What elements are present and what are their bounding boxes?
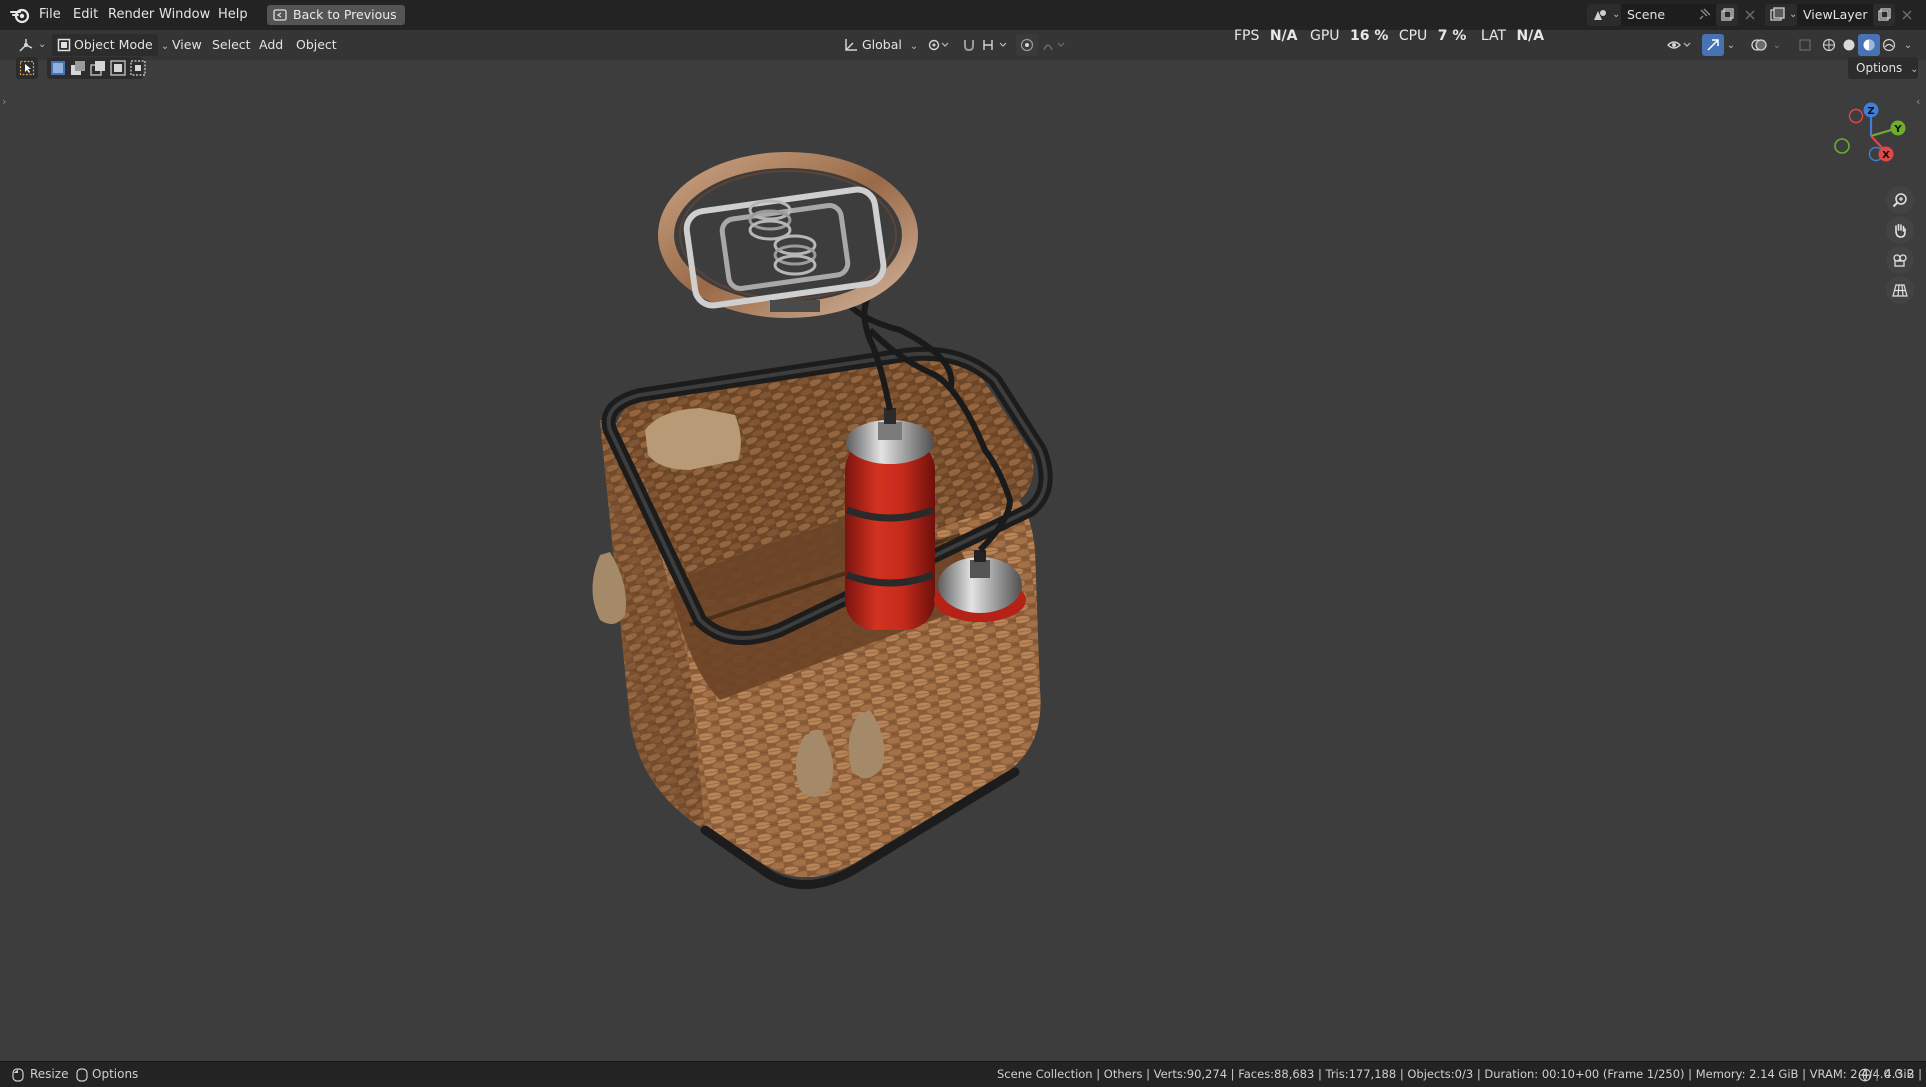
scene-icon: [1592, 7, 1608, 30]
top-bar: File Edit Render Window Help Back to Pre…: [0, 0, 1926, 31]
viewport-header: ⌄ Object Mode ⌄ View Select Add Object G…: [0, 30, 1926, 60]
solid-shading-icon[interactable]: [1838, 34, 1860, 56]
fps-label: FPS: [1234, 28, 1260, 44]
new-viewlayer-icon[interactable]: [1873, 4, 1895, 26]
close-viewlayer-icon[interactable]: [1896, 4, 1918, 26]
scene-name-label: Scene: [1627, 7, 1666, 22]
viewlayer-type-dropdown[interactable]: ⌄: [1765, 4, 1797, 26]
options-label: Options: [1856, 61, 1903, 75]
show-overlays-icon[interactable]: [1748, 34, 1770, 56]
chevron-down-icon: ⌄: [1612, 9, 1621, 20]
gizmo-x-label: X: [1882, 150, 1890, 161]
network-globe-icon[interactable]: [1858, 1062, 1872, 1087]
chevron-down-icon: ⌄: [38, 39, 47, 50]
status-hint-resize: Resize: [30, 1067, 69, 1081]
perspective-ortho-grid-icon[interactable]: [1886, 276, 1914, 304]
chevron-down-icon: ⌄: [909, 41, 919, 52]
select-subtract-icon[interactable]: [90, 60, 106, 76]
burner-coil: [748, 199, 817, 276]
options-dropdown[interactable]: Options ⌄: [1848, 57, 1919, 79]
status-bar: Resize Options Scene Collection | Others…: [0, 1061, 1926, 1087]
mode-dropdown[interactable]: Object Mode ⌄: [52, 34, 169, 56]
performance-stats: FPS N/A GPU 16 % CPU 7 % LAT N/A: [1234, 28, 1544, 44]
gizmo-z-label: Z: [1867, 106, 1874, 117]
pan-hand-icon[interactable]: [1886, 216, 1914, 244]
transform-orientation-dropdown[interactable]: Global ⌄: [840, 34, 918, 56]
blender-version: 4.3.2: [1884, 1067, 1915, 1081]
snap-target-icon[interactable]: [980, 34, 1010, 56]
gpu-value: 16 %: [1349, 28, 1389, 44]
tweak-tool-icon[interactable]: [16, 57, 38, 79]
menu-edit[interactable]: Edit: [67, 0, 104, 30]
toggle-xray-icon[interactable]: [1794, 34, 1816, 56]
select-extend-icon[interactable]: [70, 60, 86, 76]
status-separator: |: [1875, 1067, 1880, 1081]
pin-scene-icon[interactable]: [1693, 4, 1715, 26]
pivot-point-icon[interactable]: [924, 34, 952, 56]
menu-add[interactable]: Add: [255, 34, 287, 56]
snap-toggle-icon[interactable]: [958, 34, 980, 56]
gpu-label: GPU: [1309, 28, 1340, 44]
material-preview-shading-icon[interactable]: [1858, 34, 1880, 56]
select-invert-icon[interactable]: [110, 60, 126, 76]
back-to-previous-label: Back to Previous: [293, 7, 397, 22]
mouse-left-icon: [12, 1062, 24, 1087]
overlay-options-chevron-icon[interactable]: ⌄: [1770, 34, 1784, 56]
chevron-down-icon: ⌄: [1910, 64, 1919, 75]
lat-label: LAT: [1480, 28, 1507, 44]
blender-logo-icon[interactable]: [8, 0, 34, 30]
lat-value: N/A: [1516, 28, 1545, 44]
scene-statistics: Scene Collection | Others | Verts:90,274…: [997, 1067, 1922, 1081]
fps-value: N/A: [1269, 28, 1298, 44]
proportional-editing-icon[interactable]: [1016, 34, 1038, 56]
camera-view-icon[interactable]: [1886, 246, 1914, 274]
navigation-gizmo[interactable]: Z Y X: [1826, 98, 1916, 178]
menu-render[interactable]: Render: [102, 0, 160, 30]
editor-type-dropdown[interactable]: ⌄: [14, 34, 46, 56]
select-intersect-icon[interactable]: [130, 60, 146, 76]
mouse-right-icon: [76, 1062, 88, 1087]
sidebar-expand-arrow-icon[interactable]: ‹: [1916, 95, 1920, 108]
new-scene-icon[interactable]: [1716, 4, 1738, 26]
shading-options-chevron-icon[interactable]: ⌄: [1900, 34, 1916, 56]
show-gizmo-icon[interactable]: [1702, 34, 1724, 56]
selection-mode-group: [47, 57, 146, 79]
menu-select[interactable]: Select: [208, 34, 255, 56]
rendered-shading-icon[interactable]: [1878, 34, 1900, 56]
visibility-selectability-icon[interactable]: [1664, 34, 1694, 56]
toolbar-expand-arrow-icon[interactable]: ›: [2, 95, 6, 108]
select-new-icon[interactable]: [50, 60, 66, 76]
close-scene-icon[interactable]: [1739, 4, 1761, 26]
menu-file[interactable]: File: [33, 0, 67, 30]
mode-label: Object Mode: [74, 37, 153, 52]
transform-orientation-label: Global: [862, 37, 902, 52]
viewlayer-name-label: ViewLayer: [1803, 7, 1868, 22]
gizmo-y-label: Y: [1893, 124, 1902, 135]
gizmo-options-chevron-icon[interactable]: ⌄: [1724, 34, 1738, 56]
scene-render: [592, 152, 1053, 890]
menu-object[interactable]: Object: [292, 34, 341, 56]
cpu-value: 7 %: [1437, 28, 1467, 44]
scene-type-dropdown[interactable]: ⌄: [1587, 4, 1621, 26]
3d-viewport[interactable]: ⌄ Object Mode ⌄ View Select Add Object G…: [0, 30, 1926, 1061]
back-to-previous-button[interactable]: Back to Previous: [267, 5, 405, 25]
menu-view[interactable]: View: [168, 34, 206, 56]
menu-help[interactable]: Help: [212, 0, 254, 30]
cpu-label: CPU: [1398, 28, 1428, 44]
zoom-view-icon[interactable]: [1886, 186, 1914, 214]
render-layers-icon: [1770, 7, 1786, 30]
orientation-axes-icon: [843, 37, 859, 60]
wireframe-shading-icon[interactable]: [1818, 34, 1840, 56]
falloff-curve-icon[interactable]: [1040, 34, 1068, 56]
back-icon: [273, 8, 287, 28]
status-hint-options: Options: [92, 1067, 139, 1081]
menu-window[interactable]: Window: [153, 0, 216, 30]
